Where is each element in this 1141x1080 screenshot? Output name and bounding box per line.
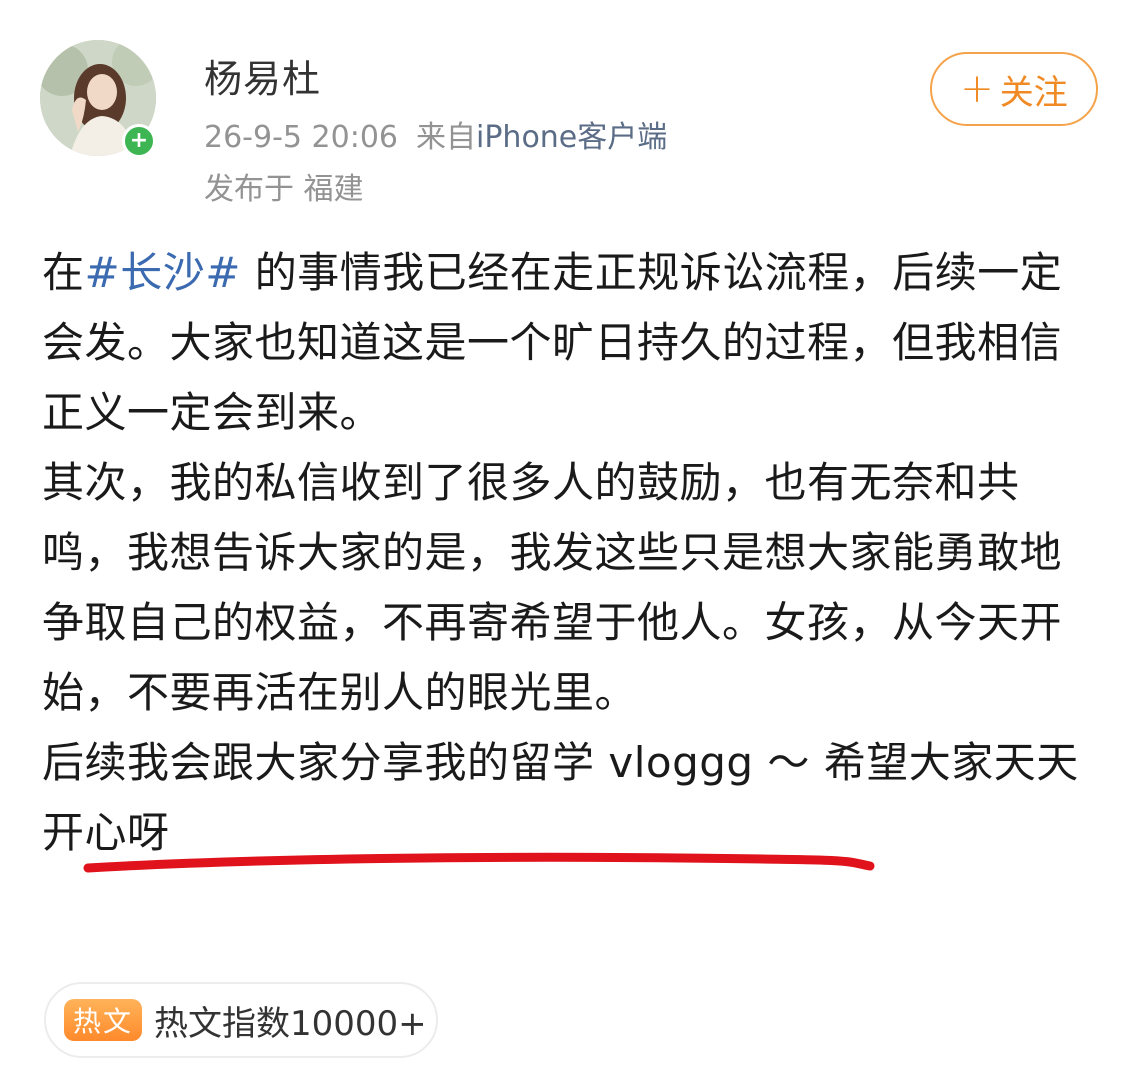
follow-button[interactable]: + 关注	[930, 52, 1098, 126]
plus-icon: +	[960, 66, 994, 112]
hot-article-icon: 热文	[64, 999, 142, 1041]
hashtag-link[interactable]: #长沙#	[85, 248, 241, 297]
post-timestamp: 26-9-5 20:06	[204, 120, 398, 155]
online-badge-icon: +	[122, 124, 156, 158]
author-name[interactable]: 杨易杜	[204, 48, 321, 103]
post-text: 在	[42, 248, 85, 297]
hot-article-badge[interactable]: 热文 热文指数10000+	[44, 982, 438, 1058]
source-device-link[interactable]: iPhone客户端	[476, 120, 667, 155]
post-paragraph-2: 其次，我的私信收到了很多人的鼓励，也有无奈和共鸣，我想告诉大家的是，我发这些只是…	[42, 458, 1063, 717]
post-paragraph-3: 后续我会跟大家分享我的留学 vloggg ～ 希望大家天天开心呀	[42, 738, 1079, 857]
follow-button-label: 关注	[999, 72, 1068, 113]
hot-article-index: 热文指数10000+	[154, 1003, 427, 1044]
post-paragraph-1: 在#长沙# 的事情我已经在走正规诉讼流程，后续一定会发。大家也知道这是一个旷日持…	[42, 238, 1102, 448]
post-content: 在#长沙# 的事情我已经在走正规诉讼流程，后续一定会发。大家也知道这是一个旷日持…	[42, 238, 1102, 868]
source-label: 来自	[416, 120, 476, 155]
post-header: + 杨易杜 26-9-5 20:06 来自iPhone客户端 发布于 福建 + 关…	[0, 0, 1141, 220]
post-location: 发布于 福建	[204, 172, 364, 207]
post-meta: 26-9-5 20:06 来自iPhone客户端	[204, 112, 667, 156]
